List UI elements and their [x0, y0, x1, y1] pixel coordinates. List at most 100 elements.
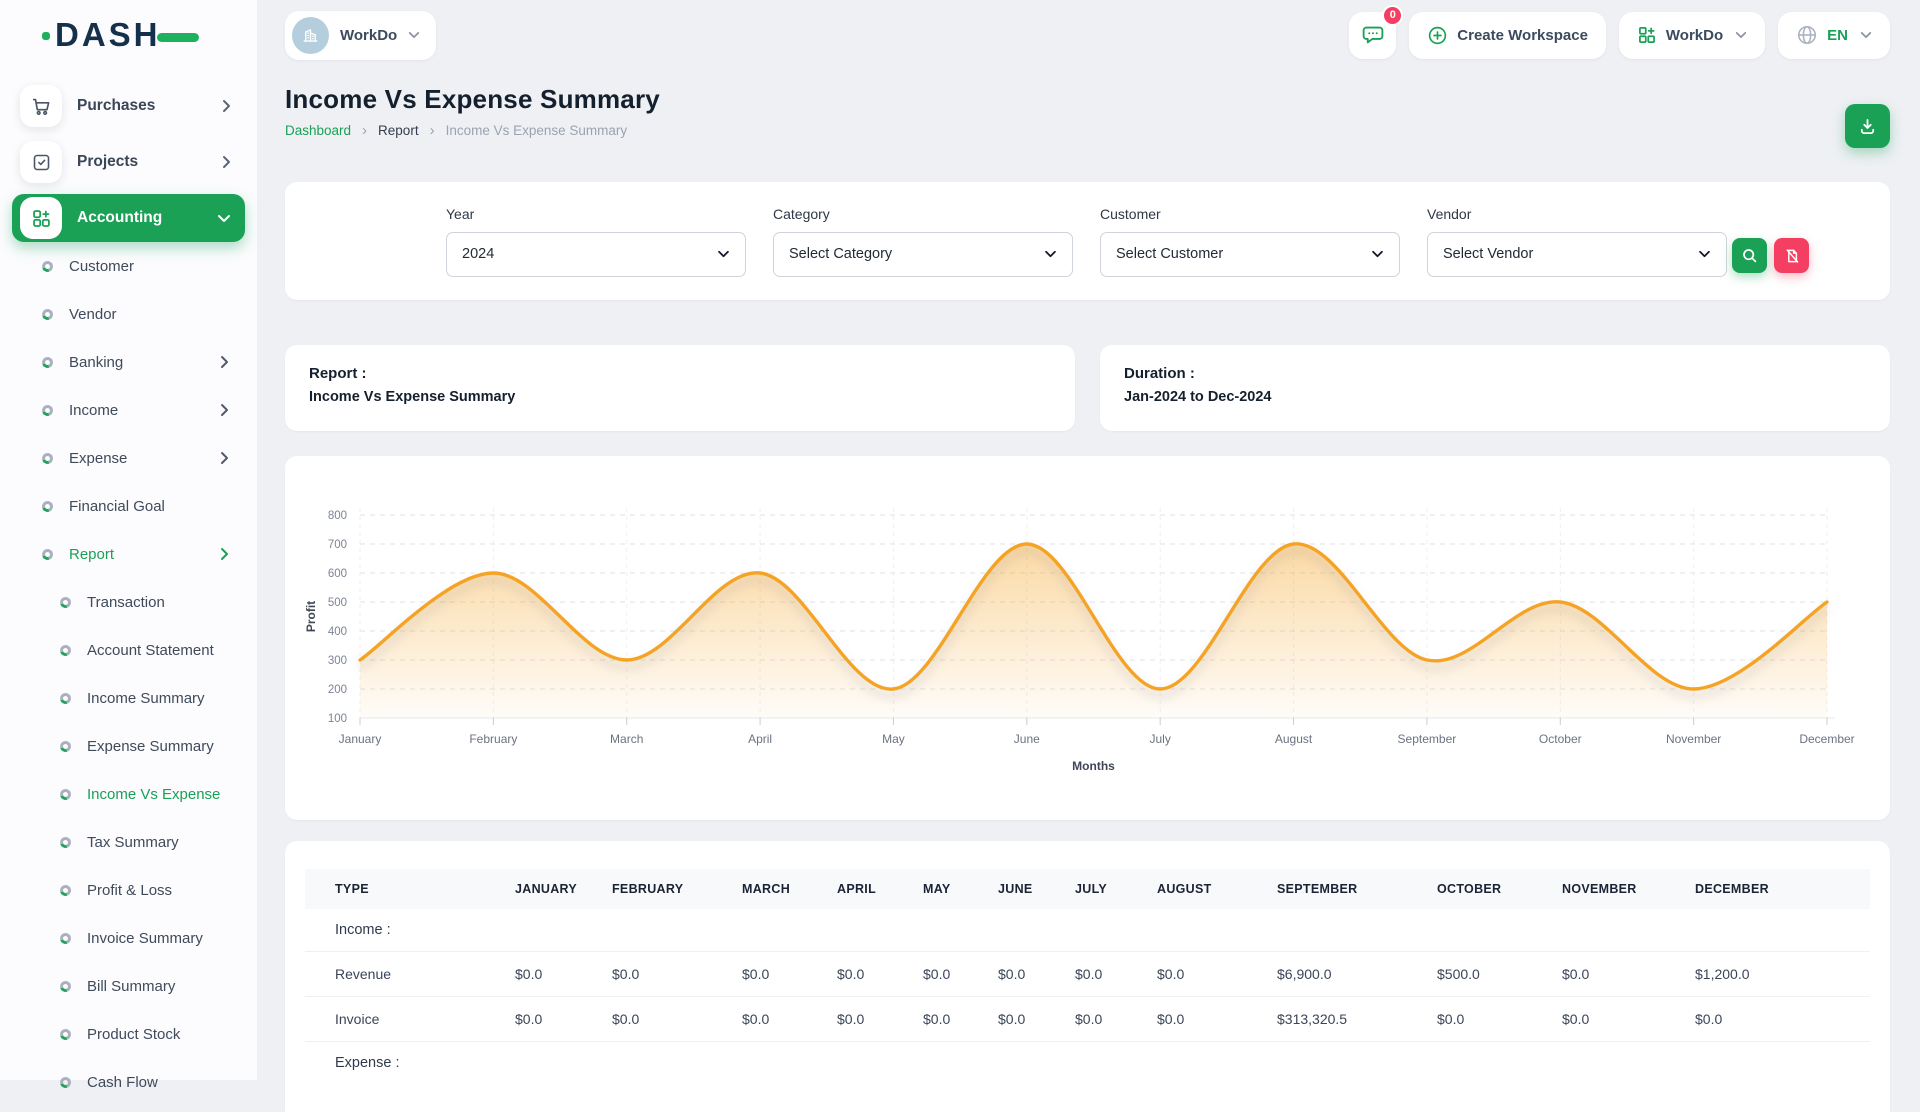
donut-icon [58, 691, 73, 706]
chevron-right-icon [220, 355, 229, 369]
year-label: Year [446, 206, 746, 222]
sidebar-item-product-stock[interactable]: Product Stock [0, 1010, 257, 1058]
svg-text:July: July [1150, 732, 1171, 746]
donut-icon [58, 1027, 73, 1042]
sidebar-item-tax-summary[interactable]: Tax Summary [0, 818, 257, 866]
summary-cards: Report : Income Vs Expense Summary Durat… [285, 345, 1890, 431]
plus-circle-icon [1427, 25, 1448, 46]
cell-value: $0.0 [1065, 952, 1147, 997]
group-label: Expense : [305, 1042, 1870, 1085]
duration-card-value: Jan-2024 to Dec-2024 [1124, 389, 1866, 405]
category-field: Category Select Category [773, 206, 1073, 277]
svg-text:Profit: Profit [304, 601, 318, 632]
download-icon [1858, 117, 1877, 136]
grid-plus-icon [1637, 25, 1657, 45]
sidebar-item-expense[interactable]: Expense [0, 434, 257, 482]
svg-text:August: August [1275, 732, 1313, 746]
chart-card: 100200300400500600700800JanuaryFebruaryM… [285, 456, 1890, 820]
sidebar-item-income-summary[interactable]: Income Summary [0, 674, 257, 722]
column-header: JANUARY [505, 869, 602, 909]
column-header: JUNE [988, 869, 1065, 909]
sidebar-item-purchases[interactable]: Purchases [12, 82, 245, 130]
vendor-select[interactable]: Select Vendor [1427, 232, 1727, 277]
sidebar-item-label: Projects [77, 153, 138, 171]
cell-value: $500.0 [1427, 952, 1552, 997]
donut-icon [58, 595, 73, 610]
category-select[interactable]: Select Category [773, 232, 1073, 277]
sidebar-item-profit-loss[interactable]: Profit & Loss [0, 866, 257, 914]
donut-icon [58, 979, 73, 994]
apply-filter-button[interactable] [1732, 238, 1767, 273]
svg-text:May: May [882, 732, 905, 746]
download-button[interactable] [1845, 104, 1890, 148]
sidebar-item-report[interactable]: Report [0, 530, 257, 578]
customer-select[interactable]: Select Customer [1100, 232, 1400, 277]
chevron-down-icon [1044, 250, 1057, 258]
income-vs-expense-table: TYPE JANUARY FEBRUARY MARCH APRIL MAY JU… [305, 869, 1870, 1084]
svg-text:January: January [339, 732, 382, 746]
sidebar-item-accounting[interactable]: Accounting [12, 194, 245, 242]
sidebar-item-income[interactable]: Income [0, 386, 257, 434]
sidebar-item-expense-summary[interactable]: Expense Summary [0, 722, 257, 770]
cell-value: $0.0 [732, 997, 827, 1042]
cell-value: $0.0 [827, 997, 913, 1042]
sidebar-item-bill-summary[interactable]: Bill Summary [0, 962, 257, 1010]
duration-card-title: Duration : [1124, 365, 1866, 382]
income-vs-expense-chart: 100200300400500600700800JanuaryFebruaryM… [295, 468, 1880, 808]
check-square-icon [20, 141, 62, 183]
svg-text:600: 600 [328, 568, 347, 580]
year-select[interactable]: 2024 [446, 232, 746, 277]
svg-text:300: 300 [328, 655, 347, 667]
breadcrumb-report[interactable]: Report [378, 123, 419, 138]
svg-text:June: June [1014, 732, 1040, 746]
column-header: TYPE [305, 869, 505, 909]
breadcrumb-separator: › [362, 123, 367, 138]
income-group-row: Income : [305, 909, 1870, 952]
category-label: Category [773, 206, 1073, 222]
column-header: DECEMBER [1685, 869, 1870, 909]
row-type: Revenue [305, 952, 505, 997]
svg-text:Months: Months [1072, 759, 1115, 773]
sidebar-item-projects[interactable]: Projects [12, 138, 245, 186]
logo[interactable]: DASH [0, 0, 257, 70]
chevron-right-icon [220, 547, 229, 561]
sidebar-item-vendor[interactable]: Vendor [0, 290, 257, 338]
workspace-menu-button[interactable]: WorkDo [1619, 12, 1765, 59]
sidebar-item-customer[interactable]: Customer [0, 242, 257, 290]
cell-value: $0.0 [1147, 997, 1267, 1042]
vendor-label: Vendor [1427, 206, 1727, 222]
chevron-right-icon [222, 99, 231, 113]
chevron-right-icon [222, 155, 231, 169]
main-content: Income Vs Expense Summary Dashboard › Re… [257, 70, 1920, 1112]
chevron-down-icon [408, 31, 420, 39]
create-workspace-button[interactable]: Create Workspace [1409, 12, 1606, 59]
reset-filter-button[interactable] [1774, 238, 1809, 273]
messages-button[interactable]: 0 [1349, 12, 1396, 59]
svg-text:March: March [610, 732, 643, 746]
cart-icon [20, 85, 62, 127]
breadcrumb-dashboard[interactable]: Dashboard [285, 123, 351, 138]
language-code: EN [1827, 27, 1848, 44]
chevron-down-icon [1371, 250, 1384, 258]
row-type: Invoice [305, 997, 505, 1042]
svg-text:September: September [1398, 732, 1457, 746]
grid-plus-icon [20, 197, 62, 239]
sidebar-item-financial-goal[interactable]: Financial Goal [0, 482, 257, 530]
donut-icon [58, 835, 73, 850]
sidebar-item-invoice-summary[interactable]: Invoice Summary [0, 914, 257, 962]
sidebar-item-transaction[interactable]: Transaction [0, 578, 257, 626]
donut-icon [58, 787, 73, 802]
sidebar-item-account-statement[interactable]: Account Statement [0, 626, 257, 674]
donut-icon [40, 307, 55, 322]
report-table-card: TYPE JANUARY FEBRUARY MARCH APRIL MAY JU… [285, 841, 1890, 1112]
sidebar-item-income-vs-expense[interactable]: Income Vs Expense [0, 770, 257, 818]
globe-icon [1796, 24, 1818, 46]
report-card: Report : Income Vs Expense Summary [285, 345, 1075, 431]
table-header-row: TYPE JANUARY FEBRUARY MARCH APRIL MAY JU… [305, 869, 1870, 909]
year-field: Year 2024 [446, 206, 746, 277]
svg-text:November: November [1666, 732, 1721, 746]
sidebar-item-banking[interactable]: Banking [0, 338, 257, 386]
topbar: WorkDo 0 Create Workspace WorkDo EN [257, 0, 1920, 70]
language-selector[interactable]: EN [1778, 12, 1890, 59]
workspace-switcher[interactable]: WorkDo [285, 11, 436, 60]
